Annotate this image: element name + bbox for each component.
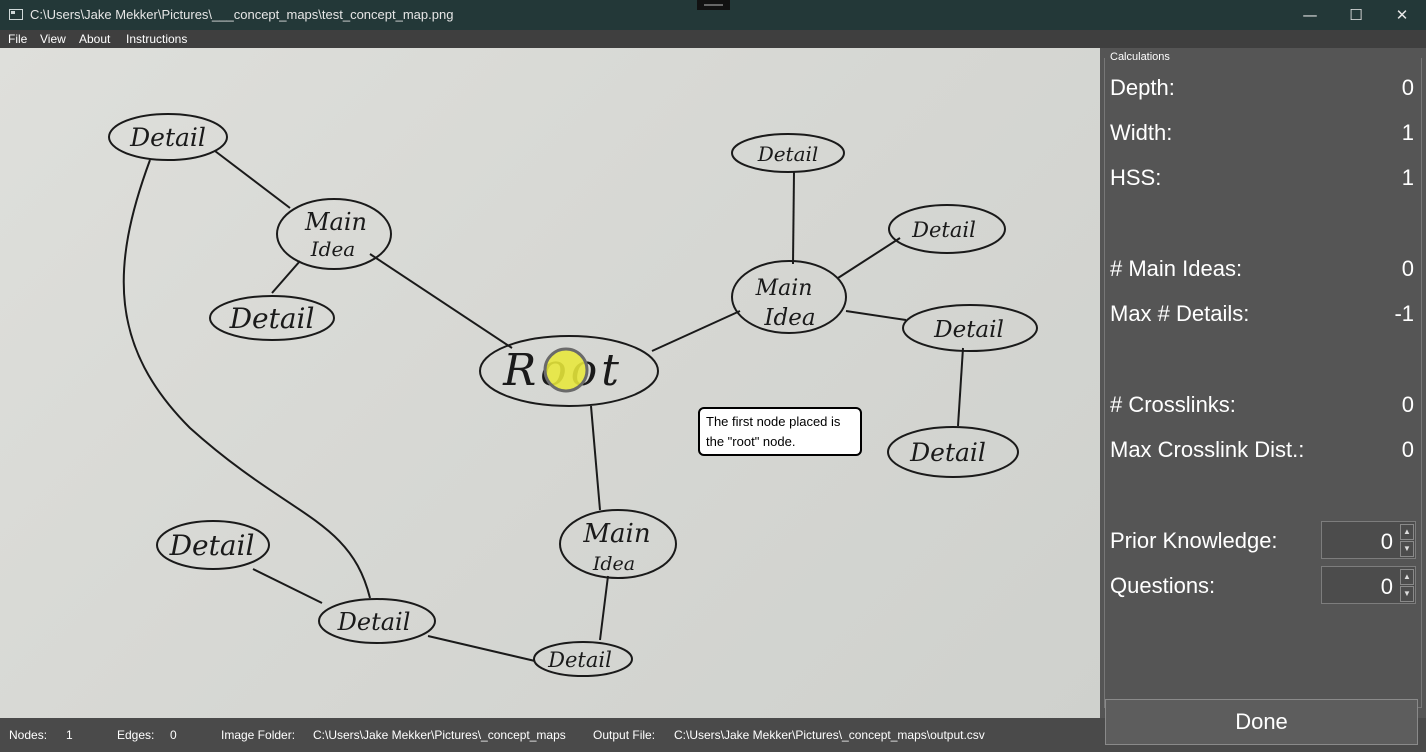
node-idea-label: Idea [763,305,815,331]
maximize-button[interactable]: ☐ [1333,0,1379,30]
nodes-count: 1 [66,728,73,742]
hss-row: HSS: 1 [1110,165,1414,191]
done-button[interactable]: Done [1105,699,1418,745]
calculations-group [1104,58,1422,708]
depth-label: Depth: [1110,75,1175,100]
main-ideas-label: # Main Ideas: [1110,256,1243,281]
max-details-label: Max # Details: [1110,301,1250,326]
output-file-label: Output File: [593,728,656,742]
node-detail-label: Detail [911,218,976,242]
node-detail-label: Detail [757,142,819,166]
node-idea-label: Idea [592,553,635,575]
questions-value[interactable]: 0 [1381,574,1393,600]
calculations-title: Calculations [1108,51,1172,63]
questions-down-icon[interactable]: ▼ [1400,586,1414,602]
prior-knowledge-down-icon[interactable]: ▼ [1400,541,1414,557]
depth-row: Depth: 0 [1110,75,1414,101]
node-detail-label: Detail [933,317,1004,343]
node-idea-label: Idea [310,237,355,261]
calculations-panel: Calculations Depth: 0 Width: 1 HSS: 1 # … [1100,48,1426,718]
crosslinks-row: # Crosslinks: 0 [1110,392,1414,418]
status-bar: Nodes: 1 Edges: 0 Image Folder: C:\Users… [0,718,1100,752]
width-row: Width: 1 [1110,120,1414,146]
prior-knowledge-label: Prior Knowledge: [1110,528,1278,553]
menu-view[interactable]: View [40,32,66,46]
title-bar: C:\Users\Jake Mekker\Pictures\___concept… [0,0,1426,30]
window-grip-handle[interactable] [697,0,730,10]
menu-bar: File View About Instructions [0,30,1426,48]
close-button[interactable]: ✕ [1379,0,1425,30]
node-detail-label: Detail [909,438,986,467]
window-title: C:\Users\Jake Mekker\Pictures\___concept… [30,7,454,22]
node-main-label: Main [755,276,813,301]
hss-value: 1 [1401,165,1414,190]
questions-up-icon[interactable]: ▲ [1400,569,1414,585]
edges-label: Edges: [117,728,155,742]
max-crosslink-label: Max Crosslink Dist.: [1110,437,1305,462]
nodes-label: Nodes: [9,728,48,742]
prior-knowledge-up-icon[interactable]: ▲ [1400,524,1414,540]
node-detail-label: Detail [337,608,411,636]
width-label: Width: [1110,120,1173,145]
main-ideas-value: 0 [1401,256,1414,281]
node-detail-label: Detail [547,648,612,672]
menu-about[interactable]: About [79,32,110,46]
menu-instructions[interactable]: Instructions [126,32,187,46]
root-node-marker[interactable] [543,347,589,393]
edges-count: 0 [170,728,177,742]
node-main-label: Main [582,519,650,549]
concept-map-drawing: Detail Main Idea Detail Root Detail Deta… [108,113,1038,677]
concept-map-canvas[interactable]: Detail Main Idea Detail Root Detail Deta… [0,48,1100,718]
max-crosslink-row: Max Crosslink Dist.: 0 [1110,437,1414,463]
menu-file[interactable]: File [8,32,27,46]
questions-label: Questions: [1110,573,1216,598]
width-value: 1 [1401,120,1414,145]
instruction-tooltip: The first node placed is the "root" node… [698,407,862,456]
tooltip-line-2: the "root" node. [706,434,796,449]
prior-knowledge-stepper[interactable]: 0 ▲ ▼ [1321,521,1416,559]
node-detail-label: Detail [129,123,206,152]
node-detail-label: Detail [229,302,315,335]
image-folder-path: C:\Users\Jake Mekker\Pictures\_concept_m… [313,728,566,742]
main-ideas-row: # Main Ideas: 0 [1110,256,1414,282]
questions-stepper[interactable]: 0 ▲ ▼ [1321,566,1416,604]
app-icon [9,9,23,20]
output-file-path: C:\Users\Jake Mekker\Pictures\_concept_m… [674,728,985,742]
max-crosslink-value: 0 [1401,437,1414,462]
node-main-label: Main [304,208,367,236]
crosslinks-value: 0 [1401,392,1414,417]
max-details-row: Max # Details: -1 [1110,301,1414,327]
crosslinks-label: # Crosslinks: [1110,392,1236,417]
minimize-button[interactable]: — [1287,0,1333,30]
depth-value: 0 [1401,75,1414,100]
hss-label: HSS: [1110,165,1162,190]
node-detail-label: Detail [169,529,255,562]
prior-knowledge-value[interactable]: 0 [1381,529,1393,555]
tooltip-line-1: The first node placed is [706,414,841,429]
image-folder-label: Image Folder: [221,728,296,742]
max-details-value: -1 [1394,301,1414,326]
